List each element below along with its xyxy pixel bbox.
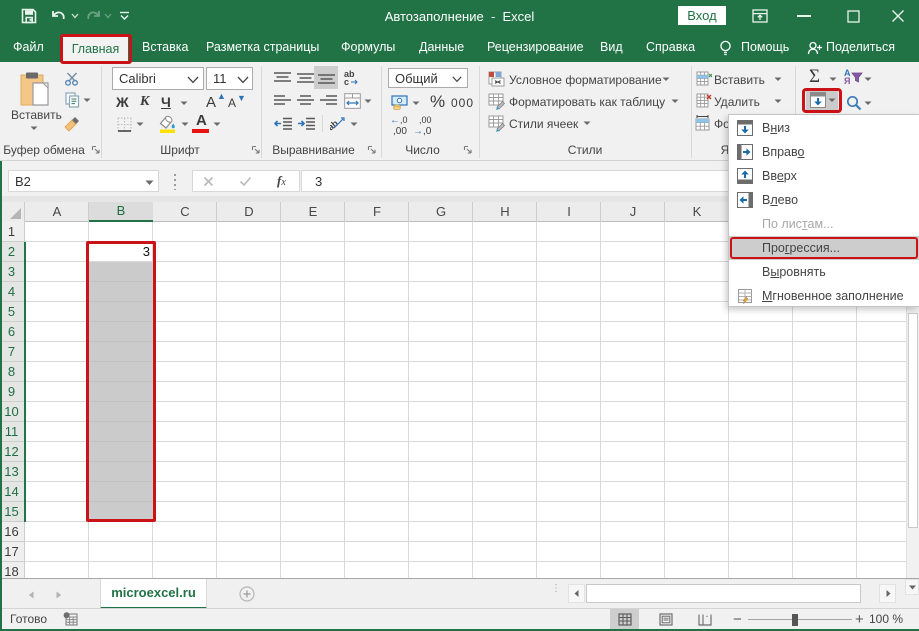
svg-text:c: c (344, 77, 349, 86)
svg-text:ab: ab (330, 118, 340, 132)
